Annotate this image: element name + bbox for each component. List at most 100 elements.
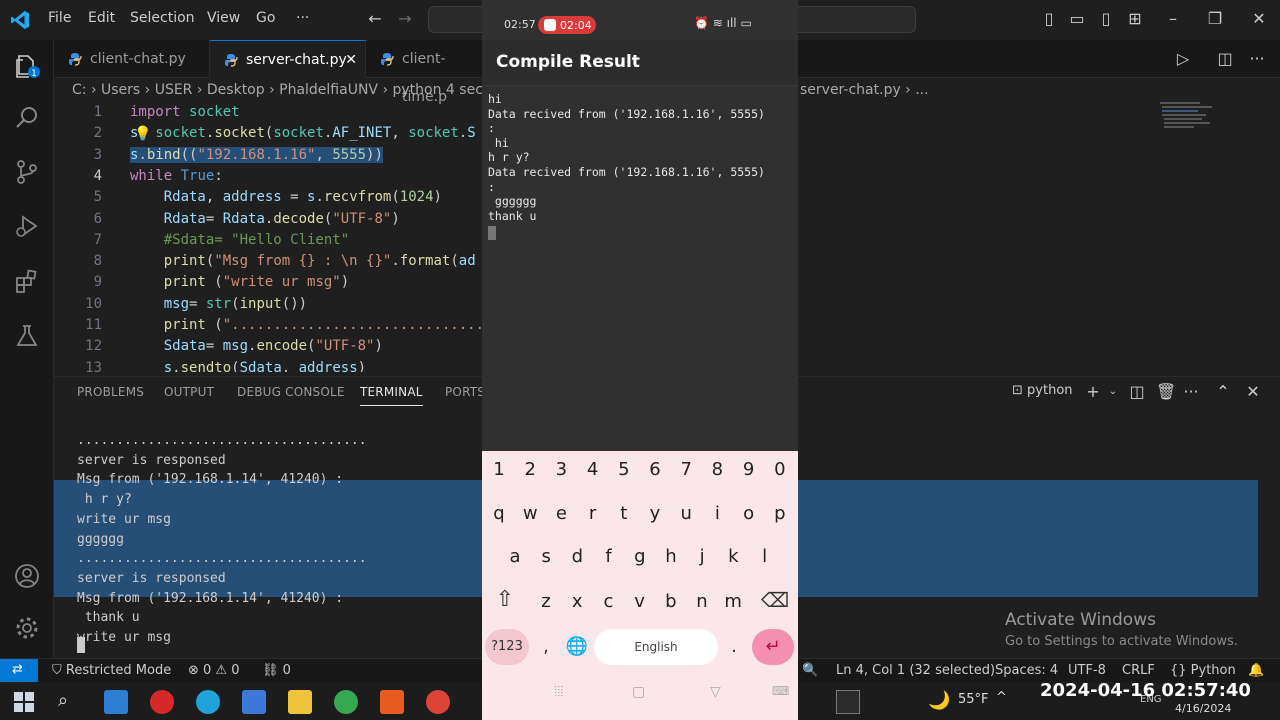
problems-count[interactable]: ⊗ 0 ⚠ 0 — [188, 663, 240, 678]
tab-client-time[interactable]: client-time.p — [366, 40, 486, 105]
keyboard-key[interactable]: a — [500, 542, 530, 572]
terminal-app-icon[interactable] — [836, 690, 860, 714]
toggle-panel-icon[interactable]: ▭ — [1068, 10, 1086, 28]
keyboard-key[interactable]: z — [531, 587, 561, 617]
close-panel-icon[interactable]: ✕ — [1244, 383, 1262, 401]
panel-tab-terminal[interactable]: TERMINAL — [360, 385, 423, 406]
keyboard-key[interactable]: e — [546, 499, 576, 529]
close-tab-icon[interactable]: ✕ — [345, 41, 357, 79]
keyboard-key[interactable]: 1 — [484, 455, 514, 485]
back-arrow-icon[interactable]: ← — [366, 10, 384, 28]
keyboard-switch-icon[interactable]: ⌨ — [772, 684, 789, 698]
keyboard-key[interactable]: 8 — [702, 455, 732, 485]
opera-browser-icon[interactable] — [150, 690, 174, 714]
taskbar-search-icon[interactable]: ⌕ — [58, 690, 82, 714]
ports-count[interactable]: ⛓ 0 — [262, 663, 291, 678]
explorer-icon[interactable]: 1 — [13, 52, 41, 80]
keyboard-key[interactable]: 3 — [546, 455, 576, 485]
keyboard-key[interactable]: s — [531, 542, 561, 572]
keyboard-key[interactable]: 2 — [515, 455, 545, 485]
chrome-active-icon[interactable] — [426, 690, 450, 714]
tab-server-chat[interactable]: server-chat.py ✕ — [210, 40, 366, 78]
keyboard-key[interactable]: h — [656, 542, 686, 572]
minimap[interactable] — [1160, 102, 1220, 132]
restore-icon[interactable]: ❐ — [1206, 10, 1224, 28]
keyboard-key[interactable]: f — [594, 542, 624, 572]
breadcrumb[interactable]: C: › Users › USER › Desktop › Phaldelfia… — [72, 82, 492, 98]
code-line[interactable]: 10 msg= str(input()) — [54, 294, 484, 315]
menu-file[interactable]: File — [48, 10, 71, 26]
office-app-icon[interactable] — [380, 690, 404, 714]
new-terminal-icon[interactable]: + — [1084, 383, 1102, 401]
keyboard-key[interactable]: 9 — [734, 455, 764, 485]
encoding[interactable]: UTF-8 — [1068, 663, 1106, 678]
forward-arrow-icon[interactable]: → — [396, 10, 414, 28]
zoom-icon[interactable]: 🔍 — [802, 663, 818, 678]
keyboard-key[interactable]: 0 — [765, 455, 795, 485]
code-line[interactable]: 13 s.sendto(Sdata, address) — [54, 358, 484, 372]
shift-key-icon[interactable]: ⇧ — [486, 581, 524, 619]
code-editor[interactable]: 1 import socket 2 s= socket.socket(socket.A… — [54, 102, 484, 372]
keyboard-key[interactable]: o — [734, 499, 764, 529]
keyboard-key[interactable]: x — [562, 587, 592, 617]
cursor-position[interactable]: Ln 4, Col 1 (32 selected) — [836, 663, 995, 678]
menu-more[interactable]: ··· — [296, 10, 309, 26]
extensions-icon[interactable] — [13, 268, 41, 296]
enter-key-icon[interactable]: ↵ — [752, 629, 794, 665]
keyboard-key[interactable]: i — [702, 499, 732, 529]
keyboard-key[interactable]: v — [625, 587, 655, 617]
panel-tab-output[interactable]: OUTPUT — [164, 385, 214, 399]
source-control-icon[interactable] — [13, 158, 41, 186]
end-of-line[interactable]: CRLF — [1122, 663, 1155, 678]
store-app-icon[interactable] — [242, 690, 266, 714]
space-key[interactable]: English — [594, 629, 718, 665]
testing-flask-icon[interactable] — [13, 322, 41, 350]
close-window-icon[interactable]: ✕ — [1250, 10, 1268, 28]
keyboard-key[interactable]: j — [687, 542, 717, 572]
maximize-panel-icon[interactable]: ⌃ — [1214, 383, 1232, 401]
menu-edit[interactable]: Edit — [88, 10, 115, 26]
panel-more-icon[interactable]: ··· — [1182, 383, 1200, 401]
toggle-secondary-sidebar-icon[interactable]: ▯ — [1097, 10, 1115, 28]
keyboard-key[interactable]: g — [625, 542, 655, 572]
notifications-bell-icon[interactable]: 🔔 — [1248, 663, 1264, 678]
code-line[interactable]: 6 Rdata= Rdata.decode("UTF-8") — [54, 209, 484, 230]
symbols-key[interactable]: ?123 — [485, 629, 529, 665]
code-line[interactable]: 2 s= socket.socket(socket.AF_INET, socket… — [54, 123, 484, 144]
windows-start-icon[interactable] — [12, 690, 36, 714]
keyboard-key[interactable]: b — [656, 587, 686, 617]
keyboard-key[interactable]: w — [515, 499, 545, 529]
keyboard-key[interactable]: r — [578, 499, 608, 529]
keyboard-key[interactable]: 7 — [671, 455, 701, 485]
remote-indicator[interactable]: ⇄ — [0, 659, 38, 683]
keyboard-key[interactable]: t — [609, 499, 639, 529]
home-button-icon[interactable]: ▢ — [632, 684, 645, 700]
code-line[interactable]: 4 while True: — [54, 166, 484, 187]
keyboard-key[interactable]: u — [671, 499, 701, 529]
menu-selection[interactable]: Selection — [130, 10, 195, 26]
terminal-instance[interactable]: ⊡ python — [1012, 383, 1073, 398]
terminal-dropdown-icon[interactable]: ⌄ — [1104, 383, 1122, 401]
breadcrumb-file[interactable]: server-chat.py › ... — [800, 82, 929, 98]
account-icon[interactable] — [13, 562, 41, 590]
code-line[interactable]: 12 Sdata= msg.encode("UTF-8") — [54, 336, 484, 357]
keyboard-key[interactable]: q — [484, 499, 514, 529]
run-file-icon[interactable]: ▷ — [1174, 50, 1192, 68]
code-line[interactable]: 3 s.bind(("192.168.1.16", 5555)) — [54, 145, 484, 166]
run-debug-icon[interactable] — [13, 212, 41, 240]
kill-terminal-icon[interactable]: 🗑 — [1156, 383, 1176, 401]
split-terminal-icon[interactable]: ◫ — [1128, 383, 1146, 401]
minimize-icon[interactable]: – — [1164, 10, 1182, 28]
keyboard-key[interactable]: c — [593, 587, 623, 617]
comma-key[interactable]: , — [534, 629, 558, 665]
keyboard-key[interactable]: 5 — [609, 455, 639, 485]
code-line[interactable]: 8 print("Msg from {} : \n {}".format(ad — [54, 251, 484, 272]
menu-go[interactable]: Go — [256, 10, 275, 26]
restricted-mode[interactable]: ⛉ Restricted Mode — [52, 663, 171, 678]
code-line[interactable]: 7 #Sdata= "Hello Client" — [54, 230, 484, 251]
keyboard-key[interactable]: d — [562, 542, 592, 572]
file-explorer-icon[interactable] — [288, 690, 312, 714]
tray-chevron-icon[interactable]: ^ — [996, 690, 1007, 705]
period-key[interactable]: . — [722, 629, 746, 665]
edge-browser-icon[interactable] — [196, 690, 220, 714]
